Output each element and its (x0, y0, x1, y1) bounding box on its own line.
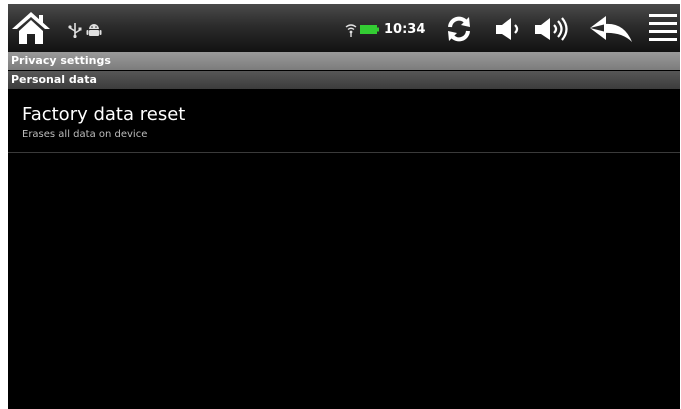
factory-data-reset-item[interactable]: Factory data reset Erases all data on de… (8, 90, 680, 152)
clock: 10:34 (384, 22, 426, 37)
list-divider (8, 152, 680, 153)
back-icon[interactable] (588, 14, 634, 44)
category-header: Personal data (8, 71, 680, 89)
menu-icon[interactable] (649, 12, 677, 44)
usb-icon (68, 23, 82, 38)
wifi-signal-icon (345, 24, 357, 37)
home-icon[interactable] (10, 10, 52, 46)
volume-down-icon[interactable] (494, 15, 524, 43)
battery-icon (360, 25, 379, 34)
system-bar: 10:34 (8, 4, 680, 52)
android-debug-icon (86, 24, 102, 36)
pref-title: Factory data reset (22, 104, 186, 125)
pref-summary: Erases all data on device (22, 129, 148, 140)
page-title: Privacy settings (8, 52, 680, 70)
volume-up-icon[interactable] (533, 14, 573, 44)
sync-icon[interactable] (444, 14, 474, 44)
device-screen: 10:34 Privacy settings Personal data Fac… (8, 4, 680, 409)
